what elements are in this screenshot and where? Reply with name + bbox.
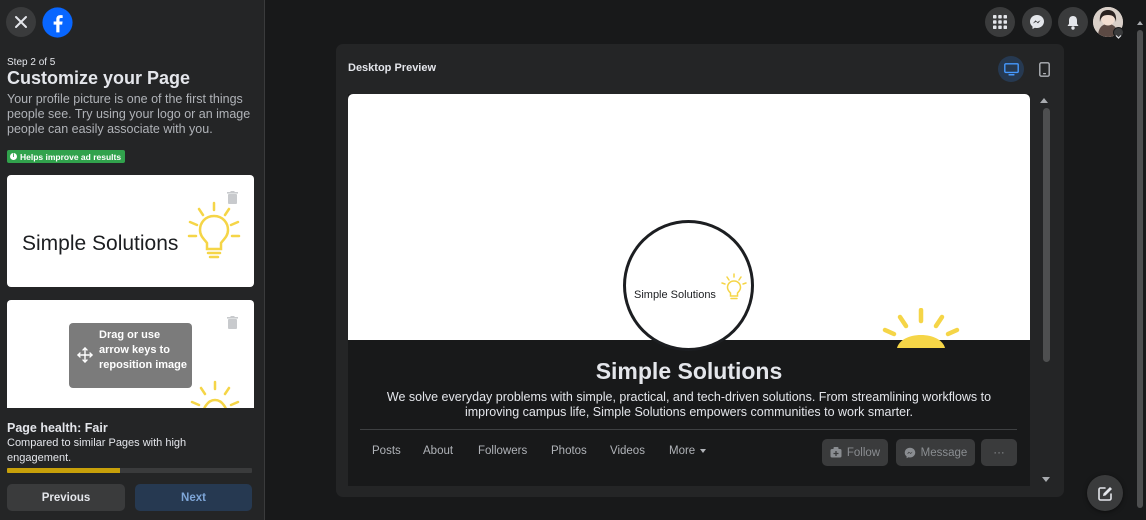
next-button[interactable]: Next [135, 484, 252, 511]
preview-scroll-down[interactable] [1042, 477, 1050, 482]
preview-scrollbar[interactable] [1043, 108, 1050, 362]
step-indicator: Step 2 of 5 [7, 57, 56, 68]
tab-photos[interactable]: Photos [551, 445, 587, 457]
drag-reposition-hint[interactable]: Drag or use arrow keys to reposition ima… [69, 323, 192, 388]
more-actions-button[interactable]: ··· [981, 439, 1017, 466]
cover-photo-card[interactable]: Drag or use arrow keys to reposition ima… [7, 300, 254, 408]
image-cards-scroll[interactable]: Simple Solutions Drag or use arrow keys … [7, 175, 254, 408]
lightbulb-icon [187, 201, 241, 259]
page-health-title: Page health: Fair [7, 421, 108, 435]
lightbulb-icon [190, 380, 240, 408]
mobile-icon [1038, 61, 1050, 77]
follow-icon [830, 447, 842, 458]
page-health-description: Compared to similar Pages with high enga… [7, 437, 187, 464]
tab-about[interactable]: About [423, 445, 453, 457]
sun-graphic [882, 308, 960, 348]
previous-button[interactable]: Previous [7, 484, 125, 511]
left-panel: Step 2 of 5 Customize your Page Your pro… [0, 0, 265, 520]
desktop-icon [1003, 62, 1019, 75]
messenger-icon [904, 447, 915, 458]
messenger-button[interactable] [1022, 7, 1052, 37]
follow-button[interactable]: Follow [822, 439, 888, 466]
desktop-view-toggle[interactable] [998, 56, 1024, 82]
page-description: Your profile picture is one of the first… [7, 92, 251, 136]
menu-button[interactable] [985, 7, 1015, 37]
caret-down-icon [700, 448, 707, 453]
follow-label: Follow [846, 446, 881, 459]
badge-label: Helps improve ad results [20, 151, 122, 162]
facebook-logo-icon[interactable] [42, 7, 73, 38]
close-icon [15, 16, 27, 28]
message-label: Message [920, 446, 968, 459]
tab-more[interactable]: More [669, 445, 707, 457]
page-scrollbar[interactable] [1137, 30, 1143, 508]
page-scroll-up[interactable] [1137, 21, 1143, 25]
page-name: Simple Solutions [595, 358, 783, 384]
move-icon [77, 347, 93, 363]
tab-posts[interactable]: Posts [372, 445, 401, 457]
page-preview-frame[interactable]: Simple Solutions Simple Solutions We sol… [348, 94, 1030, 486]
info-icon: i [10, 153, 17, 160]
close-button[interactable] [6, 7, 36, 37]
grid-menu-icon [993, 15, 1007, 29]
compose-button[interactable] [1087, 475, 1123, 511]
page-health-progress-fill [7, 468, 120, 473]
preview-title: Desktop Preview [348, 62, 437, 74]
tab-more-label: More [669, 445, 696, 457]
desktop-preview-panel: Desktop Preview Simple Solutions Simple … [336, 44, 1064, 497]
bell-icon [1067, 15, 1079, 30]
logo-text: Simple Solutions [22, 232, 179, 255]
profile-picture-card[interactable]: Simple Solutions [7, 175, 254, 287]
profile-picture-preview: Simple Solutions [623, 220, 754, 351]
notifications-button[interactable] [1058, 7, 1088, 37]
page-health-progress [7, 468, 252, 473]
page-bio: We solve everyday problems with simple, … [386, 390, 992, 419]
drag-hint-text: Drag or use arrow keys to reposition ima… [99, 329, 188, 371]
ad-results-badge: i Helps improve ad results [7, 150, 126, 163]
lightbulb-icon [721, 273, 747, 300]
page-title: Customize your Page [7, 68, 191, 88]
trash-icon[interactable] [227, 316, 238, 329]
tab-followers[interactable]: Followers [478, 445, 527, 457]
preview-scroll-up[interactable] [1040, 98, 1048, 103]
compose-icon [1097, 486, 1112, 501]
tab-videos[interactable]: Videos [610, 445, 645, 457]
divider [360, 429, 1017, 430]
chevron-down-icon [1115, 35, 1122, 39]
messenger-icon [1030, 15, 1044, 29]
profile-logo-text: Simple Solutions [634, 289, 716, 301]
mobile-view-toggle[interactable] [1031, 56, 1057, 82]
message-button[interactable]: Message [896, 439, 975, 466]
account-caret[interactable] [1113, 27, 1124, 39]
